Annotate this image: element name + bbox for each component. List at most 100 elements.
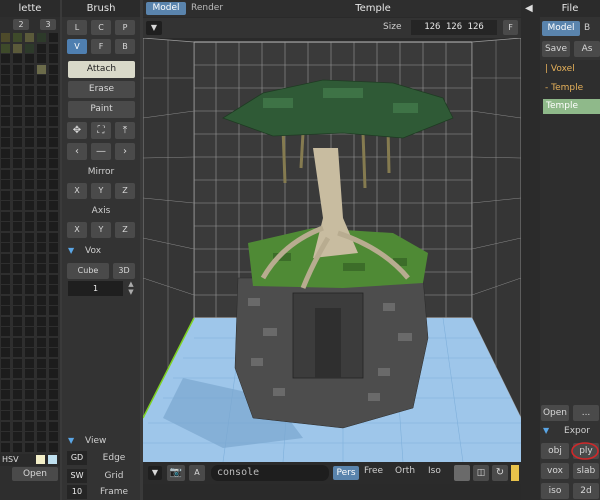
palette-swatch[interactable] xyxy=(49,348,58,357)
palette-swatch[interactable] xyxy=(13,306,22,315)
palette-swatch[interactable] xyxy=(37,211,46,221)
palette-swatch[interactable] xyxy=(37,264,46,273)
attach-button[interactable]: Attach xyxy=(68,61,135,78)
palette-swatch[interactable] xyxy=(1,348,10,357)
palette-swatch[interactable] xyxy=(49,33,58,42)
palette-swatch[interactable] xyxy=(13,127,22,137)
projection-pers[interactable]: Pers xyxy=(333,466,359,480)
axis-z-toggle[interactable]: Z xyxy=(115,222,135,238)
palette-swatch[interactable] xyxy=(25,337,34,347)
palette-swatch[interactable] xyxy=(1,285,10,294)
view-section-header[interactable]: ▼ View xyxy=(68,436,138,448)
palette-swatch[interactable] xyxy=(13,96,22,105)
palette-swatch[interactable] xyxy=(13,201,22,210)
palette-swatch[interactable] xyxy=(1,264,10,273)
grid-icon[interactable] xyxy=(454,465,470,481)
palette-swatch[interactable] xyxy=(1,253,10,263)
palette-swatch[interactable] xyxy=(13,243,22,252)
palette-swatch[interactable] xyxy=(37,180,46,189)
palette-swatch[interactable] xyxy=(49,285,58,294)
mirror-x-toggle[interactable]: X xyxy=(67,183,87,199)
palette-swatch[interactable] xyxy=(25,432,34,441)
palette-swatch[interactable] xyxy=(1,117,10,126)
palette-swatch[interactable] xyxy=(13,400,22,410)
palette-swatch[interactable] xyxy=(49,337,58,347)
palette-swatch[interactable] xyxy=(13,148,22,158)
palette-swatch[interactable] xyxy=(25,264,34,273)
brush-mode-v[interactable]: V xyxy=(67,39,87,54)
palette-swatch[interactable] xyxy=(49,400,58,410)
palette-swatch[interactable] xyxy=(13,369,22,378)
palette-swatch[interactable] xyxy=(13,379,22,389)
minus-icon[interactable]: — xyxy=(91,143,111,160)
palette-swatch[interactable] xyxy=(37,348,46,357)
palette-swatch[interactable] xyxy=(49,243,58,252)
3d-button[interactable]: 3D xyxy=(113,263,135,279)
palette-swatch[interactable] xyxy=(13,442,22,452)
open-button[interactable]: Open xyxy=(541,405,569,421)
palette-swatch[interactable] xyxy=(49,274,58,284)
vox-size-stepper[interactable]: ▲ ▼ xyxy=(126,280,136,297)
palette-swatch[interactable] xyxy=(25,253,34,263)
palette-swatch[interactable] xyxy=(49,127,58,137)
tab-render[interactable]: Render xyxy=(191,2,231,15)
palette-swatch[interactable] xyxy=(25,411,34,420)
export-vox-button[interactable]: vox xyxy=(541,463,569,479)
palette-swatch[interactable] xyxy=(1,169,10,179)
palette-swatch[interactable] xyxy=(49,148,58,158)
palette-swatch[interactable] xyxy=(25,295,34,305)
view-row-edge[interactable]: GD Edge xyxy=(67,451,137,466)
palette-swatch[interactable] xyxy=(1,369,10,378)
palette-swatch[interactable] xyxy=(25,96,34,105)
export-2d-button[interactable]: 2d xyxy=(573,483,599,499)
palette-swatch[interactable] xyxy=(13,232,22,242)
palette-swatch[interactable] xyxy=(49,379,58,389)
axis-x-toggle[interactable]: X xyxy=(67,222,87,238)
palette-swatch[interactable] xyxy=(25,148,34,158)
projection-iso[interactable]: Iso xyxy=(428,466,441,476)
palette-swatch[interactable] xyxy=(49,327,58,336)
palette-swatch[interactable] xyxy=(37,337,46,347)
vox-section-header[interactable]: ▼ Vox xyxy=(68,246,138,258)
palette-swatch[interactable] xyxy=(25,379,34,389)
palette-swatch[interactable] xyxy=(37,421,46,431)
palette-swatch[interactable] xyxy=(37,274,46,284)
palette-swatch[interactable] xyxy=(13,169,22,179)
palette-swatch[interactable] xyxy=(25,33,34,42)
palette-swatch[interactable] xyxy=(37,33,46,42)
palette-swatch[interactable] xyxy=(37,127,46,137)
mirror-z-toggle[interactable]: Z xyxy=(115,183,135,199)
brush-mode-b[interactable]: B xyxy=(115,39,135,54)
view-row-grid[interactable]: SW Grid xyxy=(67,469,137,484)
move-icon[interactable]: ✥ xyxy=(67,122,87,139)
palette-swatch[interactable] xyxy=(37,106,46,116)
palette-swatch[interactable] xyxy=(49,201,58,210)
palette-swatch[interactable] xyxy=(1,96,10,105)
select-box-icon[interactable]: ⛶ xyxy=(91,122,111,139)
palette-swatch[interactable] xyxy=(1,127,10,137)
palette-swatch[interactable] xyxy=(25,348,34,357)
palette-swatch[interactable] xyxy=(37,138,46,147)
palette-swatch[interactable] xyxy=(49,190,58,200)
palette-swatch[interactable] xyxy=(37,379,46,389)
palette-swatch[interactable] xyxy=(37,148,46,158)
palette-swatch[interactable] xyxy=(49,43,58,53)
palette-swatch[interactable] xyxy=(37,117,46,126)
palette-swatch[interactable] xyxy=(37,64,46,74)
palette-swatch[interactable] xyxy=(1,274,10,284)
palette-swatch[interactable] xyxy=(1,75,10,84)
view-row-frame[interactable]: 10 Frame xyxy=(67,485,137,499)
tree-item-temple-selected[interactable]: Temple xyxy=(543,99,600,114)
voxel-canvas[interactable] xyxy=(143,38,521,462)
palette-swatch[interactable] xyxy=(25,138,34,147)
palette-swatch[interactable] xyxy=(25,442,34,452)
palette-swatch[interactable] xyxy=(13,327,22,336)
palette-swatch[interactable] xyxy=(37,369,46,378)
palette-swatch[interactable] xyxy=(1,232,10,242)
palette-swatch[interactable] xyxy=(25,159,34,168)
palette-swatch[interactable] xyxy=(49,421,58,431)
palette-swatch[interactable] xyxy=(25,43,34,53)
palette-swatch[interactable] xyxy=(1,295,10,305)
palette-swatch[interactable] xyxy=(1,85,10,95)
palette-swatch[interactable] xyxy=(13,253,22,263)
